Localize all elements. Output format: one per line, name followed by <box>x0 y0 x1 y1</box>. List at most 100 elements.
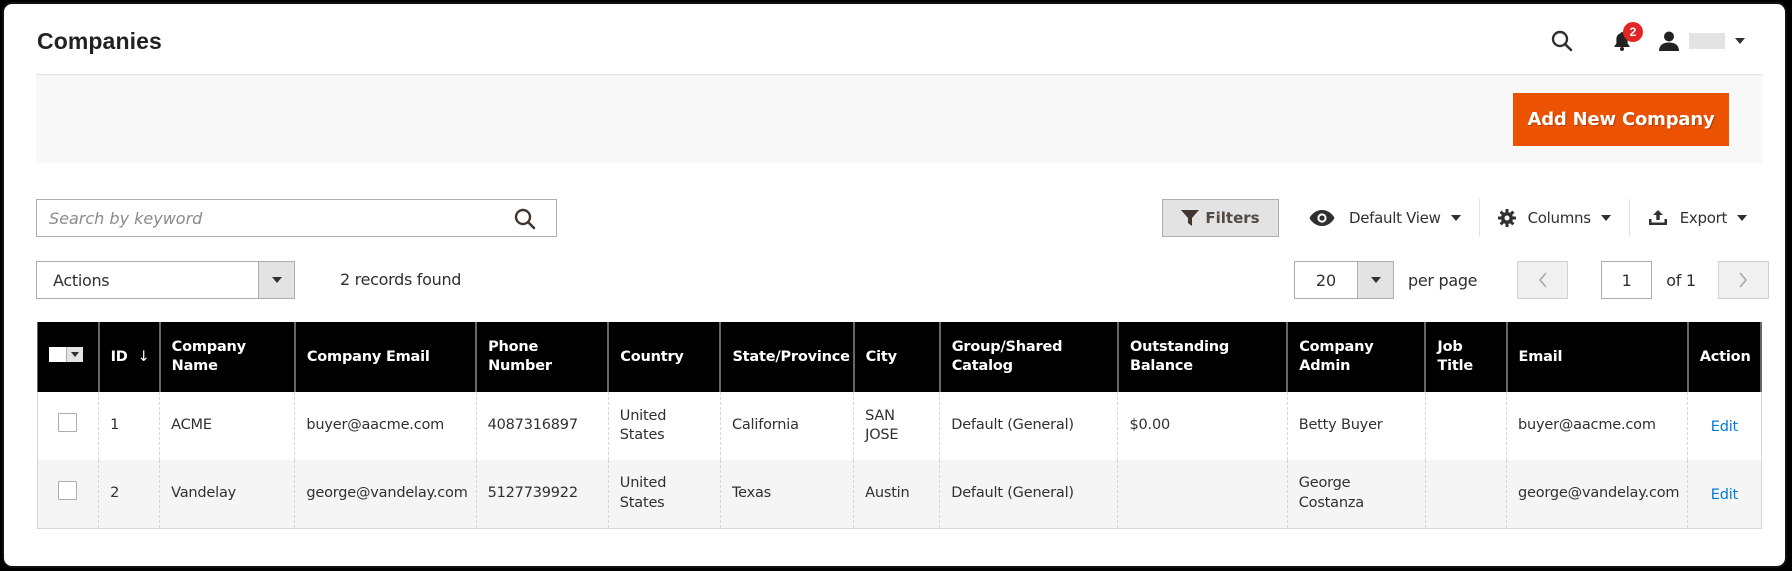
keyword-search <box>36 199 557 237</box>
cell-city: Austin <box>853 460 941 529</box>
cell-city: SAN JOSE <box>853 392 941 460</box>
column-header-select[interactable] <box>36 322 100 392</box>
cell-company-name: Vandelay <box>159 460 296 529</box>
column-header-phone-number[interactable]: Phone Number <box>475 322 610 392</box>
select-all-checkbox[interactable] <box>49 346 66 362</box>
user-account-menu[interactable] <box>1659 31 1745 51</box>
columns-dropdown[interactable]: Columns <box>1480 199 1629 237</box>
cell-job-title <box>1424 460 1508 529</box>
sort-descending-icon: ↓ <box>137 348 150 365</box>
cell-id: 1 <box>98 392 161 460</box>
mass-select-toggle[interactable] <box>66 346 83 362</box>
export-label: Export <box>1679 209 1728 227</box>
grid-toolbar: Filters Default View Columns Export <box>1162 199 1765 237</box>
edit-link[interactable]: Edit <box>1699 486 1749 506</box>
row-select-cell <box>36 392 100 460</box>
cell-email: george@vandelay.com <box>1506 460 1689 529</box>
pagination: 20 per page of 1 <box>1294 261 1769 299</box>
cell-email: buyer@aacme.com <box>1506 392 1689 460</box>
per-page-label: per page <box>1408 270 1478 290</box>
cell-job-title <box>1424 392 1508 460</box>
cell-group-shared-catalog: Default (General) <box>939 460 1119 529</box>
default-view-dropdown[interactable]: Default View <box>1291 199 1479 237</box>
column-header-country[interactable]: Country <box>607 322 722 392</box>
eye-icon <box>1309 210 1335 226</box>
filters-label: Filters <box>1205 209 1260 227</box>
search-input[interactable] <box>37 200 497 236</box>
dropdown-toggle[interactable] <box>258 262 294 298</box>
export-icon <box>1648 210 1667 225</box>
columns-label: Columns <box>1527 209 1591 227</box>
current-page-input[interactable] <box>1601 261 1653 299</box>
column-header-id[interactable]: ID ↓ <box>97 322 161 392</box>
cell-phone-number: 4087316897 <box>475 392 609 460</box>
column-header-company-name[interactable]: Company Name <box>158 322 296 392</box>
user-name-redacted <box>1689 33 1725 49</box>
chevron-down-icon <box>1370 277 1381 283</box>
cell-state-province: California <box>719 392 855 460</box>
chevron-down-icon <box>1450 215 1461 221</box>
chevron-down-icon <box>1735 38 1745 44</box>
gear-icon <box>1497 209 1516 227</box>
filter-icon <box>1181 210 1200 226</box>
app-window: Companies 2 Add New Company Filters D <box>2 2 1787 568</box>
column-header-state-province[interactable]: State/Province <box>719 322 855 392</box>
cell-company-admin: George Costanza <box>1286 460 1426 529</box>
cell-country: United States <box>607 460 721 529</box>
global-search-icon[interactable] <box>1551 30 1573 52</box>
previous-page-button[interactable] <box>1517 261 1569 299</box>
mass-select-dropdown[interactable] <box>49 346 83 362</box>
chevron-down-icon <box>1737 215 1748 221</box>
cell-company-email: george@vandelay.com <box>294 460 477 529</box>
cell-action: Edit <box>1687 392 1762 460</box>
cell-company-admin: Betty Buyer <box>1286 392 1426 460</box>
per-page-value: 20 <box>1315 271 1337 290</box>
cell-company-name: ACME <box>159 392 296 460</box>
search-icon[interactable] <box>514 208 536 235</box>
column-header-outstanding-balance[interactable]: Outstanding Balance <box>1116 322 1289 392</box>
cell-outstanding-balance: $0.00 <box>1117 392 1288 460</box>
total-pages-label: of 1 <box>1666 270 1696 290</box>
chevron-down-icon <box>71 351 79 357</box>
notifications-button[interactable]: 2 <box>1613 22 1643 51</box>
dropdown-toggle[interactable] <box>1357 262 1393 298</box>
column-header-city[interactable]: City <box>852 322 941 392</box>
companies-grid: ID ↓ Company Name Company Email Phone Num… <box>36 322 1763 529</box>
per-page-select[interactable]: 20 <box>1294 261 1394 299</box>
column-header-job-title[interactable]: Job Title <box>1424 322 1508 392</box>
column-header-company-admin[interactable]: Company Admin <box>1286 322 1427 392</box>
column-header-group-shared-catalog[interactable]: Group/Shared Catalog <box>938 322 1119 392</box>
chevron-down-icon <box>271 277 282 283</box>
page-title: Companies <box>37 28 162 54</box>
cell-action: Edit <box>1687 460 1762 529</box>
actions-label: Actions <box>53 271 110 290</box>
column-header-action: Action <box>1686 322 1763 392</box>
column-header-email[interactable]: Email <box>1505 322 1689 392</box>
cell-group-shared-catalog: Default (General) <box>939 392 1119 460</box>
filters-button[interactable]: Filters <box>1162 199 1279 237</box>
cell-id: 2 <box>98 460 161 529</box>
cell-phone-number: 5127739922 <box>475 460 609 529</box>
row-checkbox[interactable] <box>58 413 77 433</box>
edit-link[interactable]: Edit <box>1699 418 1749 438</box>
table-row: 2 Vandelay george@vandelay.com 512773992… <box>36 460 1762 529</box>
add-new-company-button[interactable]: Add New Company <box>1513 93 1729 146</box>
header-actions: 2 <box>1551 22 1745 56</box>
chevron-right-icon <box>1739 272 1748 288</box>
export-dropdown[interactable]: Export <box>1630 199 1765 237</box>
chevron-down-icon <box>1600 215 1611 221</box>
column-header-company-email[interactable]: Company Email <box>293 322 478 392</box>
next-page-button[interactable] <box>1717 261 1769 299</box>
cell-company-email: buyer@aacme.com <box>294 392 477 460</box>
table-row: 1 ACME buyer@aacme.com 4087316897 United… <box>36 392 1762 460</box>
user-icon <box>1659 31 1679 51</box>
chevron-left-icon <box>1538 272 1547 288</box>
notification-count-badge: 2 <box>1623 22 1643 42</box>
mass-actions-dropdown[interactable]: Actions <box>36 261 295 299</box>
view-label: Default View <box>1349 209 1441 227</box>
cell-state-province: Texas <box>719 460 855 529</box>
row-checkbox[interactable] <box>58 481 77 500</box>
row-select-cell <box>36 460 100 529</box>
grid-header-row: ID ↓ Company Name Company Email Phone Num… <box>36 322 1763 392</box>
cell-outstanding-balance <box>1117 460 1288 529</box>
